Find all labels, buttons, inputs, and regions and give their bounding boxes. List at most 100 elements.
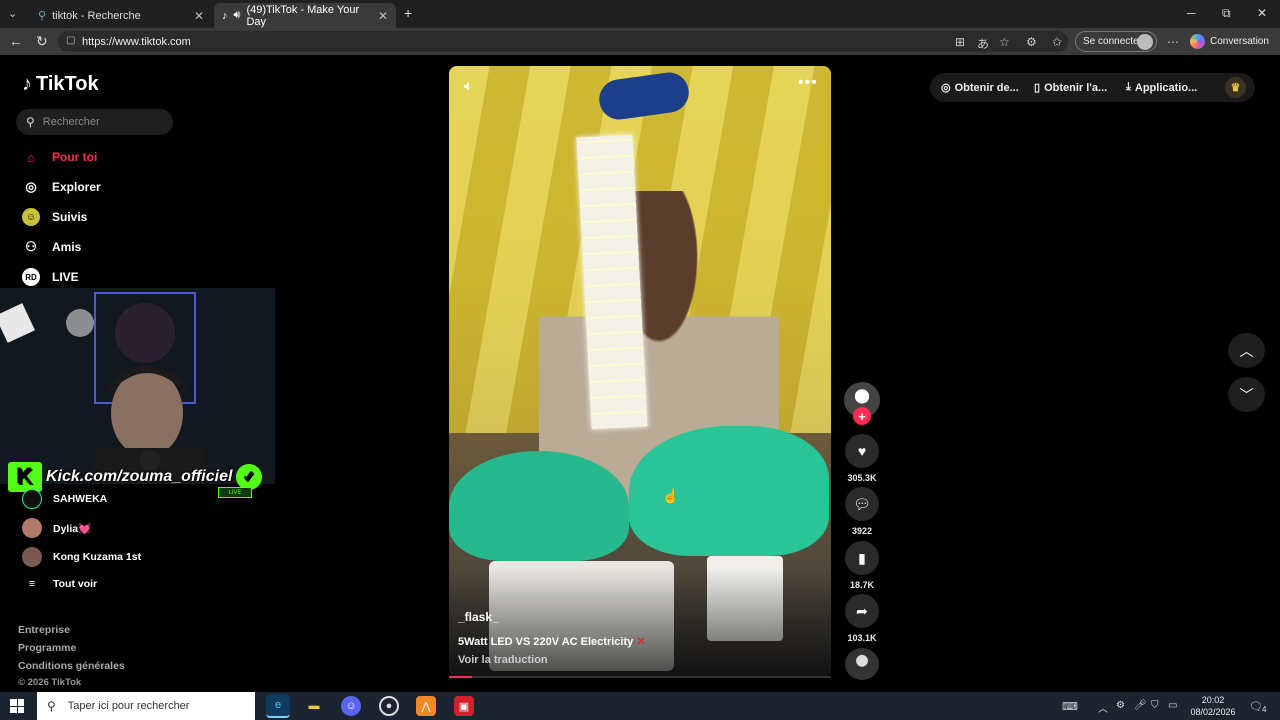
windows-start-icon[interactable] [10, 699, 24, 713]
nav-amis[interactable]: ⚇ Amis [22, 237, 81, 257]
app-red-icon[interactable]: ▣ [454, 696, 474, 716]
next-video-button[interactable]: ﹀ [1228, 377, 1265, 412]
browser-tab-bar: ⌄ ⚲ tiktok - Recherche ✕ ♪ 🔊︎ (49)TikTok… [0, 0, 1280, 28]
security-icon[interactable]: ⛉ [1151, 700, 1159, 711]
search-icon: ⚲ [26, 115, 35, 129]
app-orange-icon[interactable]: ⋀ [416, 696, 436, 716]
keyboard-icon[interactable]: ⌨ [1062, 700, 1078, 713]
tab-tiktok[interactable]: ♪ 🔊︎ (49)TikTok - Make Your Day ✕ [214, 3, 396, 28]
translate-icon[interactable]: あ [977, 35, 989, 52]
address-toolbar: ← ↻ ▢ https://www.tiktok.com ⊞ あ ☆ ⚙ ✩ S… [0, 28, 1280, 55]
url-field[interactable]: ▢ https://www.tiktok.com [58, 31, 1068, 52]
desktop-app-button[interactable]: ⤓ Applicatio... [1126, 81, 1197, 94]
new-tab-button[interactable]: + [404, 5, 412, 21]
see-translation-link[interactable]: Voir la traduction [458, 654, 548, 666]
get-coins-button[interactable]: ◎ Obtenir de... [941, 81, 1019, 95]
speaker-icon[interactable]: 🔊︎ [234, 9, 241, 22]
live-icon: RD [22, 268, 40, 286]
notifications-icon[interactable]: 🗨︎ [1249, 700, 1263, 713]
nav-live[interactable]: RD LIVE [22, 267, 79, 287]
conversation-label: Conversation [1210, 36, 1269, 47]
tab-recherche[interactable]: ⚲ tiktok - Recherche ✕ [30, 3, 212, 28]
cross-mark-icon: ✕ [636, 636, 646, 648]
heart-icon[interactable]: ♥ [845, 434, 879, 468]
more-menu-icon[interactable]: ⋯ [1167, 35, 1179, 49]
following-item[interactable]: SAHWEKA [22, 489, 107, 509]
search-icon: ⚲ [47, 699, 56, 713]
tiktok-logo[interactable]: ♪ TikTok [22, 73, 99, 96]
volume-icon[interactable]: 🔈︎ [464, 78, 474, 96]
following-name: Dylia💓 [53, 522, 92, 535]
share-icon[interactable]: ➦ [845, 594, 879, 628]
signin-button[interactable]: Se connecter [1075, 31, 1157, 52]
favorite-star-icon[interactable]: ☆ [999, 35, 1010, 49]
list-icon: ≡ [28, 578, 36, 590]
webcam-overlay [0, 288, 275, 484]
kick-logo-icon: K [8, 462, 42, 492]
profile-avatar[interactable]: ♛ [1225, 77, 1246, 98]
minimize-button[interactable]: ─ [1187, 6, 1196, 20]
description-text: 5Watt LED VS 220V AC Electricity [458, 636, 634, 648]
favorites-icon[interactable]: ✩ [1052, 35, 1062, 49]
microphone-icon[interactable]: 🎤︎ [1134, 700, 1147, 711]
nav-label: Pour toi [52, 150, 98, 164]
extensions-icon[interactable]: ⚙ [1026, 35, 1037, 49]
video-more-icon[interactable]: ••• [798, 74, 818, 92]
nav-label: Suivis [52, 210, 88, 224]
following-item[interactable]: Dylia💓 [22, 518, 91, 538]
refresh-button[interactable]: ↻ [36, 33, 48, 50]
tray-expand-icon[interactable]: ︿ [1098, 700, 1108, 715]
app-available-icon[interactable]: ⊞ [955, 35, 965, 49]
like-action[interactable]: ♥ 305.3K [845, 434, 879, 483]
video-player[interactable] [449, 66, 831, 678]
copyright: © 2026 TikTok [18, 677, 82, 688]
top-actions-bar: ◎ Obtenir de... ▯ Obtenir l'a... ⤓ Appli… [930, 73, 1255, 102]
tray-app-icon[interactable]: ⚙ [1116, 700, 1125, 711]
search-input[interactable]: ⚲ Rechercher [16, 109, 173, 135]
tab-menu-icon[interactable]: ⌄ [8, 7, 17, 20]
video-progress-fill [449, 676, 472, 678]
comment-action[interactable]: 💬︎ 3922 [845, 487, 879, 536]
phone-icon: ▯ [1034, 82, 1041, 94]
network-icon[interactable]: ▭ [1168, 700, 1177, 711]
copilot-icon [1190, 34, 1205, 49]
chevron-up-icon: ︿ [1239, 342, 1254, 359]
top-item-label: Applicatio... [1134, 81, 1198, 94]
video-glove [449, 451, 629, 561]
like-count: 305.3K [847, 473, 877, 483]
following-item[interactable]: Kong Kuzama 1st [22, 547, 141, 567]
footer-link-entreprise[interactable]: Entreprise [18, 624, 70, 636]
obs-icon[interactable]: ● [379, 696, 399, 716]
nav-explorer[interactable]: ◎ Explorer [22, 177, 100, 197]
nav-pour-toi[interactable]: ⌂ Pour toi [22, 147, 97, 167]
save-action[interactable]: ▮ 18.7K [845, 541, 879, 590]
video-author[interactable]: _flask_ [458, 610, 499, 624]
close-tab-icon[interactable]: ✕ [194, 9, 204, 23]
previous-video-button[interactable]: ︿ [1228, 333, 1265, 368]
close-tab-icon[interactable]: ✕ [378, 9, 388, 23]
sound-disc-avatar[interactable] [845, 648, 879, 680]
share-action[interactable]: ➦ 103.1K [845, 594, 879, 643]
mouse-cursor-icon: ☝ [662, 488, 680, 504]
comment-icon[interactable]: 💬︎ [845, 487, 879, 521]
close-window-button[interactable]: ✕ [1257, 6, 1267, 20]
video-progress-bar[interactable] [449, 676, 831, 678]
follow-plus-button[interactable]: + [853, 407, 871, 425]
nav-suivis[interactable]: ☺ Suivis [22, 207, 87, 227]
back-button[interactable]: ← [9, 33, 23, 49]
avatar [22, 489, 42, 509]
taskbar-search-input[interactable]: ⚲ Taper ici pour rechercher [37, 692, 255, 720]
discord-icon[interactable]: ☺ [341, 696, 361, 716]
copilot-conversation-button[interactable]: Conversation [1190, 31, 1269, 52]
bookmark-icon[interactable]: ▮ [845, 541, 879, 575]
get-app-button[interactable]: ▯ Obtenir l'a... [1034, 81, 1107, 95]
lock-icon: ▢ [66, 35, 76, 46]
see-all-link[interactable]: ≡ Tout voir [22, 578, 97, 590]
taskbar-clock[interactable]: 20:02 08/02/2026 [1188, 694, 1238, 718]
footer-link-programme[interactable]: Programme [18, 642, 76, 654]
maximize-button[interactable]: ⧉ [1222, 6, 1231, 21]
footer-link-conditions[interactable]: Conditions générales [18, 660, 125, 672]
edge-app-icon[interactable]: e [266, 694, 290, 718]
brand-name: TikTok [36, 73, 99, 95]
file-explorer-icon[interactable]: ▬ [304, 696, 324, 716]
